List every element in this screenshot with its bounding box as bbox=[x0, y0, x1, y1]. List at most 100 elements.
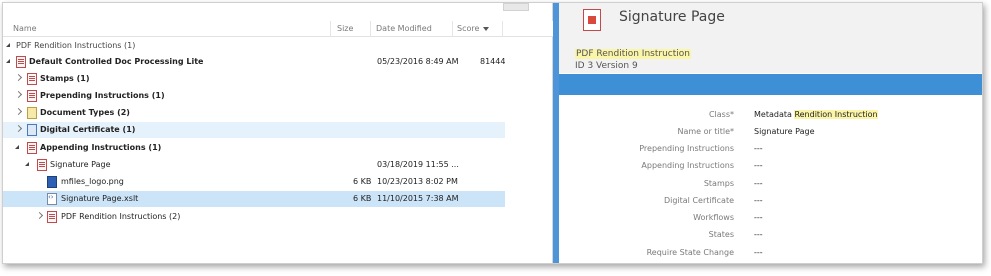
item-name: Signature Page.xslt bbox=[61, 194, 139, 203]
collapse-arrow-icon[interactable] bbox=[6, 58, 13, 65]
expand-arrow-icon[interactable] bbox=[15, 126, 22, 133]
item-count: (2) bbox=[169, 212, 181, 221]
property-label: Class* bbox=[708, 110, 734, 119]
object-id-version: ID 3 Version 9 bbox=[575, 61, 638, 71]
collapse-arrow-icon[interactable] bbox=[15, 144, 22, 151]
property-row[interactable]: Workflows --- bbox=[559, 212, 982, 226]
item-date: 05/23/2016 8:49 AM bbox=[377, 57, 459, 66]
item-size: 6 KB bbox=[353, 194, 372, 203]
property-value[interactable]: --- bbox=[754, 196, 763, 205]
property-value[interactable]: --- bbox=[754, 248, 763, 257]
property-label: Require State Change bbox=[646, 248, 734, 257]
item-count: (1) bbox=[122, 125, 136, 134]
metadata-toolbar bbox=[559, 74, 982, 95]
item-date: 03/18/2019 11:55 ... bbox=[377, 160, 459, 169]
folder-icon bbox=[27, 107, 37, 119]
toolbar-button[interactable] bbox=[503, 3, 529, 11]
expand-arrow-icon[interactable] bbox=[15, 109, 22, 116]
document-icon bbox=[27, 142, 37, 154]
property-value[interactable]: --- bbox=[754, 213, 763, 222]
list-item[interactable]: Stamps (1) bbox=[3, 71, 505, 87]
item-name: Signature Page bbox=[50, 160, 111, 169]
item-name: Prepending Instructions (1) bbox=[40, 91, 165, 100]
document-icon bbox=[16, 56, 26, 68]
property-row[interactable]: Appending Instructions --- bbox=[559, 160, 982, 174]
property-value[interactable]: --- bbox=[754, 179, 763, 188]
item-name: Document Types (2) bbox=[40, 108, 130, 117]
property-value-prefix: Metadata bbox=[754, 110, 795, 119]
expand-arrow-icon[interactable] bbox=[15, 75, 22, 82]
collapse-arrow-icon[interactable] bbox=[6, 42, 13, 49]
item-count: (2) bbox=[117, 108, 130, 117]
item-name: Stamps (1) bbox=[40, 74, 90, 83]
list-column-header: Name Size Date Modified Score bbox=[3, 21, 553, 37]
property-row[interactable]: Class* Metadata Rendition Instruction bbox=[559, 109, 982, 123]
list-item[interactable]: Digital Certificate (1) bbox=[3, 122, 505, 138]
group-header[interactable]: PDF Rendition Instructions (1) bbox=[3, 38, 505, 54]
object-list-pane: Name Size Date Modified Score PDF Rendit… bbox=[3, 3, 553, 263]
item-date: 10/23/2013 8:02 PM bbox=[377, 177, 458, 186]
metadata-pane: Signature Page PDF Rendition Instruction… bbox=[559, 3, 982, 263]
list-item[interactable]: Default Controlled Doc Processing Lite 0… bbox=[3, 54, 505, 70]
item-count: (1) bbox=[151, 91, 165, 100]
item-name-text: Prepending Instructions bbox=[40, 91, 149, 100]
property-row[interactable]: Require State Change --- bbox=[559, 247, 982, 261]
document-icon bbox=[37, 159, 47, 171]
png-file-icon bbox=[47, 176, 57, 188]
document-icon bbox=[27, 90, 37, 102]
list-item[interactable]: PDF Rendition Instructions (2) bbox=[3, 209, 505, 225]
column-separator[interactable] bbox=[370, 21, 371, 37]
property-label: Workflows bbox=[693, 213, 734, 222]
list-item[interactable]: Appending Instructions (1) bbox=[3, 140, 505, 156]
item-name-text: Digital Certificate bbox=[40, 125, 120, 134]
property-value[interactable]: --- bbox=[754, 161, 763, 170]
property-row[interactable]: Prepending Instructions --- bbox=[559, 143, 982, 157]
property-value-highlight: Rendition Instruction bbox=[794, 110, 878, 119]
column-separator[interactable] bbox=[502, 21, 503, 37]
column-separator[interactable] bbox=[330, 21, 331, 37]
item-name-text: Document Types bbox=[40, 108, 115, 117]
column-date-modified[interactable]: Date Modified bbox=[376, 24, 432, 36]
column-score[interactable]: Score bbox=[457, 24, 490, 36]
list-item[interactable]: Prepending Instructions (1) bbox=[3, 88, 505, 104]
list-item[interactable]: Signature Page.xslt 6 KB 11/10/2015 7:38… bbox=[3, 191, 505, 207]
item-name-text: Stamps bbox=[40, 74, 74, 83]
object-class: PDF Rendition Instruction bbox=[575, 49, 691, 59]
list-item[interactable]: Signature Page 03/18/2019 11:55 ... bbox=[3, 157, 505, 173]
property-value[interactable]: Metadata Rendition Instruction bbox=[754, 110, 878, 119]
property-value[interactable]: Signature Page bbox=[754, 127, 815, 136]
column-score-label: Score bbox=[457, 24, 480, 33]
property-row[interactable]: Name or title* Signature Page bbox=[559, 126, 982, 140]
property-row[interactable]: States --- bbox=[559, 229, 982, 243]
list-item[interactable]: Document Types (2) bbox=[3, 105, 505, 121]
expand-arrow-icon[interactable] bbox=[36, 213, 43, 220]
property-label: Prepending Instructions bbox=[639, 144, 734, 153]
item-name: mfiles_logo.png bbox=[61, 177, 124, 186]
collapse-arrow-icon[interactable] bbox=[25, 161, 32, 168]
list-item[interactable]: mfiles_logo.png 6 KB 10/23/2013 8:02 PM bbox=[3, 174, 505, 190]
property-row[interactable]: Stamps --- bbox=[559, 178, 982, 192]
item-name-text: PDF Rendition Instructions bbox=[61, 212, 167, 221]
column-name[interactable]: Name bbox=[13, 24, 37, 36]
certificate-icon bbox=[27, 124, 37, 136]
sort-down-icon bbox=[483, 26, 490, 31]
column-size[interactable]: Size bbox=[337, 24, 353, 36]
item-date: 11/10/2015 7:38 AM bbox=[377, 194, 459, 203]
item-name-text: Appending Instructions bbox=[40, 143, 146, 152]
property-value[interactable]: --- bbox=[754, 144, 763, 153]
document-icon bbox=[47, 211, 57, 223]
object-title: Signature Page bbox=[619, 9, 725, 25]
xslt-file-icon bbox=[47, 193, 57, 205]
property-label: Name or title* bbox=[677, 127, 734, 136]
document-icon bbox=[583, 9, 601, 31]
expand-arrow-icon[interactable] bbox=[15, 92, 22, 99]
property-label: Stamps bbox=[703, 179, 734, 188]
item-name: Digital Certificate (1) bbox=[40, 125, 135, 134]
property-label: States bbox=[708, 230, 734, 239]
item-count: (1) bbox=[148, 143, 162, 152]
column-separator[interactable] bbox=[452, 21, 453, 37]
property-value[interactable]: --- bbox=[754, 230, 763, 239]
group-header-label: PDF Rendition Instructions (1) bbox=[16, 41, 136, 50]
item-name: PDF Rendition Instructions (2) bbox=[61, 212, 180, 221]
property-row[interactable]: Digital Certificate --- bbox=[559, 195, 982, 209]
